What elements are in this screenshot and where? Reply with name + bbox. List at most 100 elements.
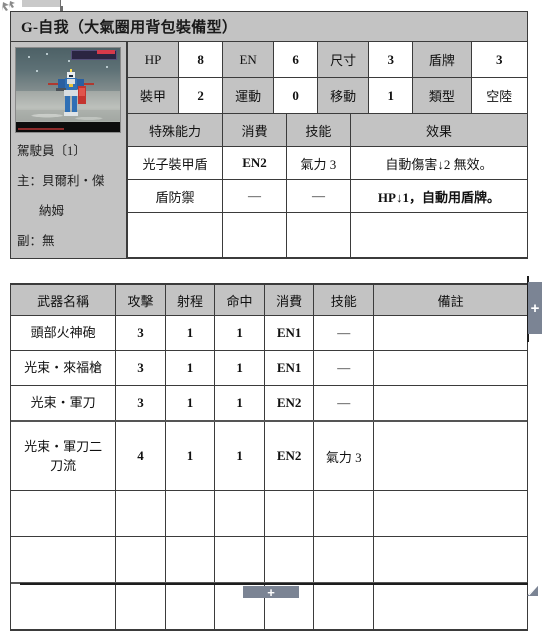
table-row: 光束・軍刀 3 1 1 EN2 — (11, 385, 527, 422)
weapon-cost[interactable]: EN2 (263, 385, 315, 422)
weapon-note[interactable] (373, 536, 527, 584)
weapon-atk[interactable]: 4 (115, 420, 166, 491)
stat-value-hp[interactable]: 8 (178, 42, 224, 78)
special-row: 盾防禦 — — HP↓1，自動用盾牌。 (126, 179, 527, 213)
weapon-cost[interactable] (263, 490, 315, 537)
weapon-range[interactable]: 1 (164, 420, 216, 491)
stat-value-size[interactable]: 3 (368, 42, 414, 78)
unit-thumbnail-image (15, 47, 121, 133)
special-skill[interactable]: 氣力 3 (285, 146, 351, 180)
weapon-range[interactable]: 1 (164, 315, 216, 351)
stat-value-shield[interactable]: 3 (470, 42, 527, 78)
weapon-atk[interactable] (115, 536, 166, 584)
weapon-range[interactable]: 1 (164, 385, 216, 422)
add-row-button[interactable]: + (243, 586, 299, 599)
special-name[interactable] (126, 212, 224, 258)
weapon-skill[interactable]: 氣力 3 (313, 420, 375, 491)
weapon-atk[interactable]: 3 (115, 350, 166, 386)
weapon-skill[interactable] (313, 490, 375, 537)
weapon-name[interactable]: 光束・軍刀二 刀流 (11, 420, 117, 491)
stat-value-en[interactable]: 6 (273, 42, 319, 78)
special-header-row: 特殊能力 消費 技能 效果 (126, 114, 527, 147)
weapons-header-cost: 消費 (263, 285, 315, 316)
table-row-empty (11, 490, 527, 537)
weapon-name[interactable] (11, 582, 117, 630)
special-effect[interactable]: HP↓1，自動用盾牌。 (349, 179, 527, 213)
card-title-bar: G-自我（大氣圈用背包裝備型） (11, 12, 527, 42)
stat-label-hp: HP (126, 42, 180, 78)
weapon-hit[interactable]: 1 (214, 315, 265, 351)
weapon-range[interactable] (164, 582, 216, 630)
special-cost[interactable]: — (222, 179, 287, 213)
stat-label-shield: 盾牌 (412, 42, 472, 78)
weapon-skill[interactable] (313, 582, 375, 630)
special-header-name: 特殊能力 (126, 114, 224, 147)
weapon-cost[interactable]: EN2 (263, 420, 315, 491)
weapon-range[interactable]: 1 (164, 350, 216, 386)
weapon-skill[interactable] (313, 536, 375, 584)
stat-value-type[interactable]: 空陸 (470, 77, 527, 114)
weapon-cost[interactable]: EN1 (263, 350, 315, 386)
weapon-note[interactable] (373, 420, 527, 491)
weapon-note[interactable] (373, 315, 527, 351)
weapon-atk[interactable]: 3 (115, 385, 166, 422)
weapon-range[interactable] (164, 536, 216, 584)
weapons-header-note: 備註 (373, 285, 527, 316)
weapon-name[interactable]: 光束・來福槍 (11, 350, 117, 386)
weapon-atk[interactable] (115, 582, 166, 630)
weapon-note[interactable] (373, 350, 527, 386)
special-skill[interactable]: — (285, 179, 351, 213)
weapon-name[interactable]: 頭部火神砲 (11, 315, 117, 351)
stat-label-armor: 裝甲 (126, 77, 180, 114)
weapon-skill[interactable]: — (313, 315, 375, 351)
stats-row-2: 裝甲 2 運動 0 移動 1 類型 空陸 (126, 77, 527, 114)
special-effect[interactable]: 自動傷害↓2 無效。 (349, 146, 527, 180)
table-row-empty (11, 536, 527, 584)
weapons-header-range: 射程 (164, 285, 216, 316)
weapon-atk[interactable] (115, 490, 166, 537)
special-name[interactable]: 盾防禦 (126, 179, 224, 213)
weapons-table-container: 武器名稱 攻擊 射程 命中 消費 技能 備註 頭部火神砲 3 1 1 EN1 —… (10, 283, 528, 631)
weapon-cost[interactable]: EN1 (263, 315, 315, 351)
weapon-name-line1: 光束・軍刀二 (24, 438, 103, 454)
pilot-main-label: 主：貝爾利・傑 (17, 174, 105, 189)
weapon-note[interactable] (373, 490, 527, 537)
weapon-hit[interactable]: 1 (214, 385, 265, 422)
weapon-hit[interactable]: 1 (214, 420, 265, 491)
stat-value-movement[interactable]: 1 (368, 77, 414, 114)
table-row: 頭部火神砲 3 1 1 EN1 — (11, 315, 527, 351)
plus-icon: + (530, 299, 540, 317)
special-row-empty (126, 212, 527, 258)
special-cost[interactable]: EN2 (222, 146, 287, 180)
stat-value-mobility[interactable]: 0 (273, 77, 319, 114)
weapon-cost[interactable] (263, 536, 315, 584)
page-title: G-自我（大氣圈用背包裝備型） (21, 20, 238, 36)
special-cost[interactable] (222, 212, 287, 258)
weapon-note[interactable] (373, 582, 527, 630)
resize-handle[interactable] (526, 584, 539, 597)
weapon-name[interactable] (11, 536, 117, 584)
stat-label-movement: 移動 (317, 77, 370, 114)
special-name[interactable]: 光子裝甲盾 (126, 146, 224, 180)
weapon-note[interactable] (373, 385, 527, 422)
stat-label-mobility: 運動 (222, 77, 275, 114)
stats-row-1: HP 8 EN 6 尺寸 3 盾牌 3 (126, 42, 527, 78)
pilot-info: 駕駛員〔1〕 主：貝爾利・傑 納姆 副：無 (15, 144, 122, 249)
weapons-header-row: 武器名稱 攻擊 射程 命中 消費 技能 備註 (11, 285, 527, 316)
special-header-cost: 消費 (222, 114, 287, 147)
add-column-button[interactable]: + (528, 282, 542, 334)
weapon-range[interactable] (164, 490, 216, 537)
weapon-atk[interactable]: 3 (115, 315, 166, 351)
weapon-skill[interactable]: — (313, 385, 375, 422)
weapon-skill[interactable]: — (313, 350, 375, 386)
weapon-hit[interactable]: 1 (214, 350, 265, 386)
special-skill[interactable] (285, 212, 351, 258)
special-effect[interactable] (349, 212, 527, 258)
weapon-name[interactable] (11, 490, 117, 537)
weapons-header-hit: 命中 (214, 285, 265, 316)
weapon-hit[interactable] (214, 536, 265, 584)
stat-value-armor[interactable]: 2 (178, 77, 224, 114)
weapon-name[interactable]: 光束・軍刀 (11, 385, 117, 422)
weapon-hit[interactable] (214, 490, 265, 537)
special-header-skill: 技能 (285, 114, 351, 147)
